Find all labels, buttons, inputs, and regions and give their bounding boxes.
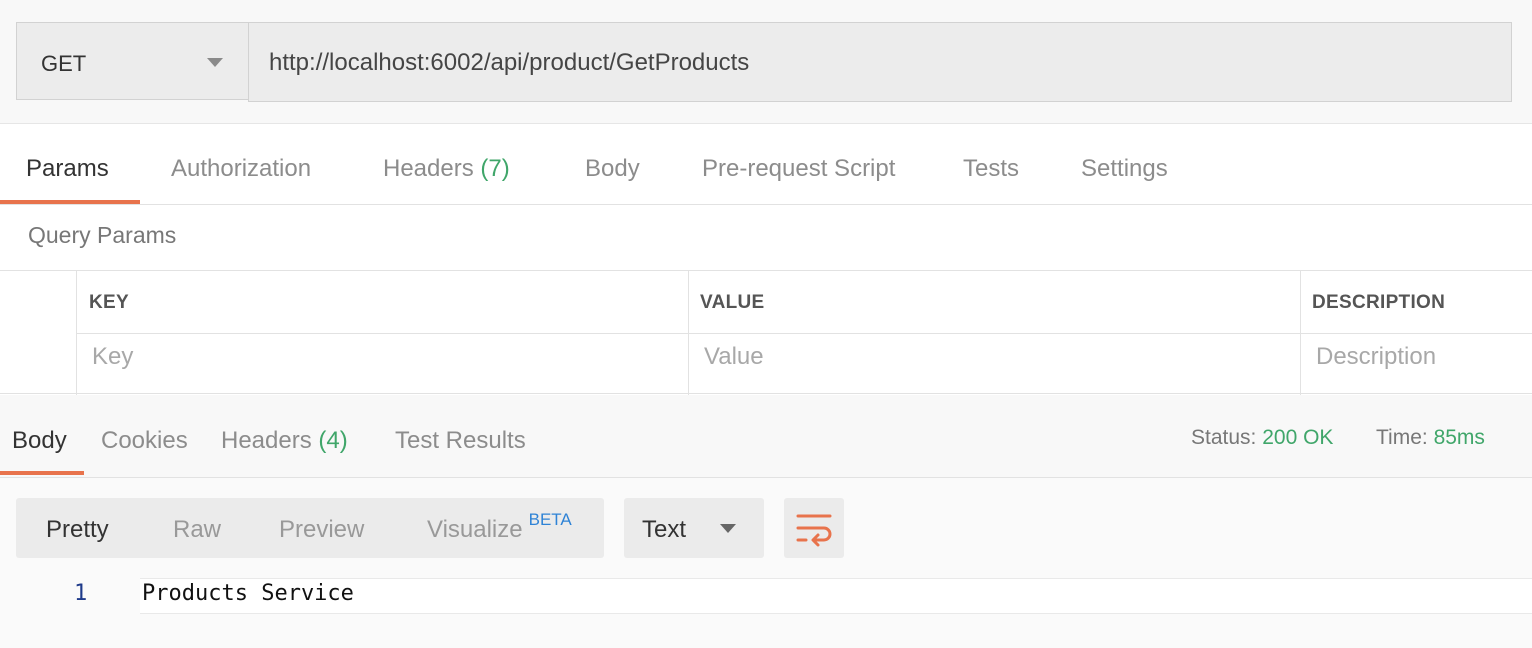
- description-input[interactable]: [1316, 343, 1526, 371]
- tab-authorization[interactable]: Authorization: [171, 124, 311, 204]
- key-input[interactable]: [92, 343, 652, 371]
- chevron-down-icon: [720, 524, 736, 533]
- tab-params[interactable]: Params: [26, 124, 109, 204]
- column-header-key: KEY: [89, 292, 129, 313]
- params-table: KEY VALUE DESCRIPTION: [0, 270, 1532, 395]
- chevron-down-icon: [207, 58, 223, 67]
- response-headers-count-badge: (4): [318, 427, 348, 454]
- status-label: Status:: [1191, 426, 1257, 449]
- query-params-title: Query Params: [28, 222, 177, 248]
- line-number: 1: [74, 581, 88, 606]
- view-mode-visualize-label: Visualize: [427, 516, 523, 543]
- format-select[interactable]: Text: [624, 498, 764, 558]
- tab-body[interactable]: Body: [585, 124, 640, 204]
- status-value: 200 OK: [1262, 426, 1334, 449]
- value-input[interactable]: [704, 343, 1264, 371]
- time-value: 85ms: [1433, 426, 1485, 449]
- request-tabs: Params Authorization Headers (7) Body Pr…: [0, 124, 1532, 205]
- wrap-lines-icon: [796, 514, 832, 547]
- headers-count-badge: (7): [480, 155, 510, 182]
- view-mode-segmented: Pretty Raw Preview Visualize BETA: [16, 498, 604, 558]
- response-tab-body[interactable]: Body: [12, 395, 67, 477]
- wrap-lines-button[interactable]: [784, 498, 844, 558]
- active-tab-indicator: [0, 471, 84, 475]
- beta-badge: BETA: [528, 510, 572, 529]
- view-mode-pretty[interactable]: Pretty: [46, 498, 109, 562]
- column-header-description: DESCRIPTION: [1312, 292, 1446, 313]
- request-bar: GET http://localhost:6002/api/product/Ge…: [0, 0, 1532, 124]
- view-mode-preview[interactable]: Preview: [279, 498, 364, 562]
- tab-pre-request-script[interactable]: Pre-request Script: [702, 124, 895, 204]
- response-tabs: Body Cookies Headers (4) Test Results St…: [0, 395, 1532, 478]
- view-mode-visualize[interactable]: Visualize BETA: [427, 498, 572, 564]
- response-tab-test-results[interactable]: Test Results: [395, 395, 526, 477]
- row-divider: [76, 333, 1532, 334]
- tab-settings[interactable]: Settings: [1081, 124, 1168, 204]
- tab-tests[interactable]: Tests: [963, 124, 1019, 204]
- method-select[interactable]: GET: [16, 22, 248, 100]
- tab-headers[interactable]: Headers (7): [383, 124, 510, 204]
- time-indicator: Time: 85ms: [1376, 395, 1485, 481]
- response-body-panel: Pretty Raw Preview Visualize BETA Text 1 …: [0, 478, 1532, 648]
- tab-headers-label: Headers: [383, 155, 474, 182]
- response-body-editor[interactable]: Products Service: [140, 578, 1532, 614]
- view-mode-raw[interactable]: Raw: [173, 498, 221, 562]
- status-indicator: Status: 200 OK: [1191, 395, 1333, 481]
- url-input[interactable]: http://localhost:6002/api/product/GetPro…: [248, 22, 1512, 102]
- response-tab-cookies[interactable]: Cookies: [101, 395, 188, 477]
- method-label: GET: [41, 51, 87, 76]
- response-body-text: Products Service: [142, 581, 354, 606]
- url-text: http://localhost:6002/api/product/GetPro…: [269, 49, 750, 76]
- time-label: Time:: [1376, 426, 1428, 449]
- response-tab-headers[interactable]: Headers (4): [221, 395, 348, 477]
- column-header-value: VALUE: [700, 292, 765, 313]
- response-tab-headers-label: Headers: [221, 427, 312, 454]
- active-tab-indicator: [0, 200, 140, 204]
- format-label: Text: [642, 516, 687, 543]
